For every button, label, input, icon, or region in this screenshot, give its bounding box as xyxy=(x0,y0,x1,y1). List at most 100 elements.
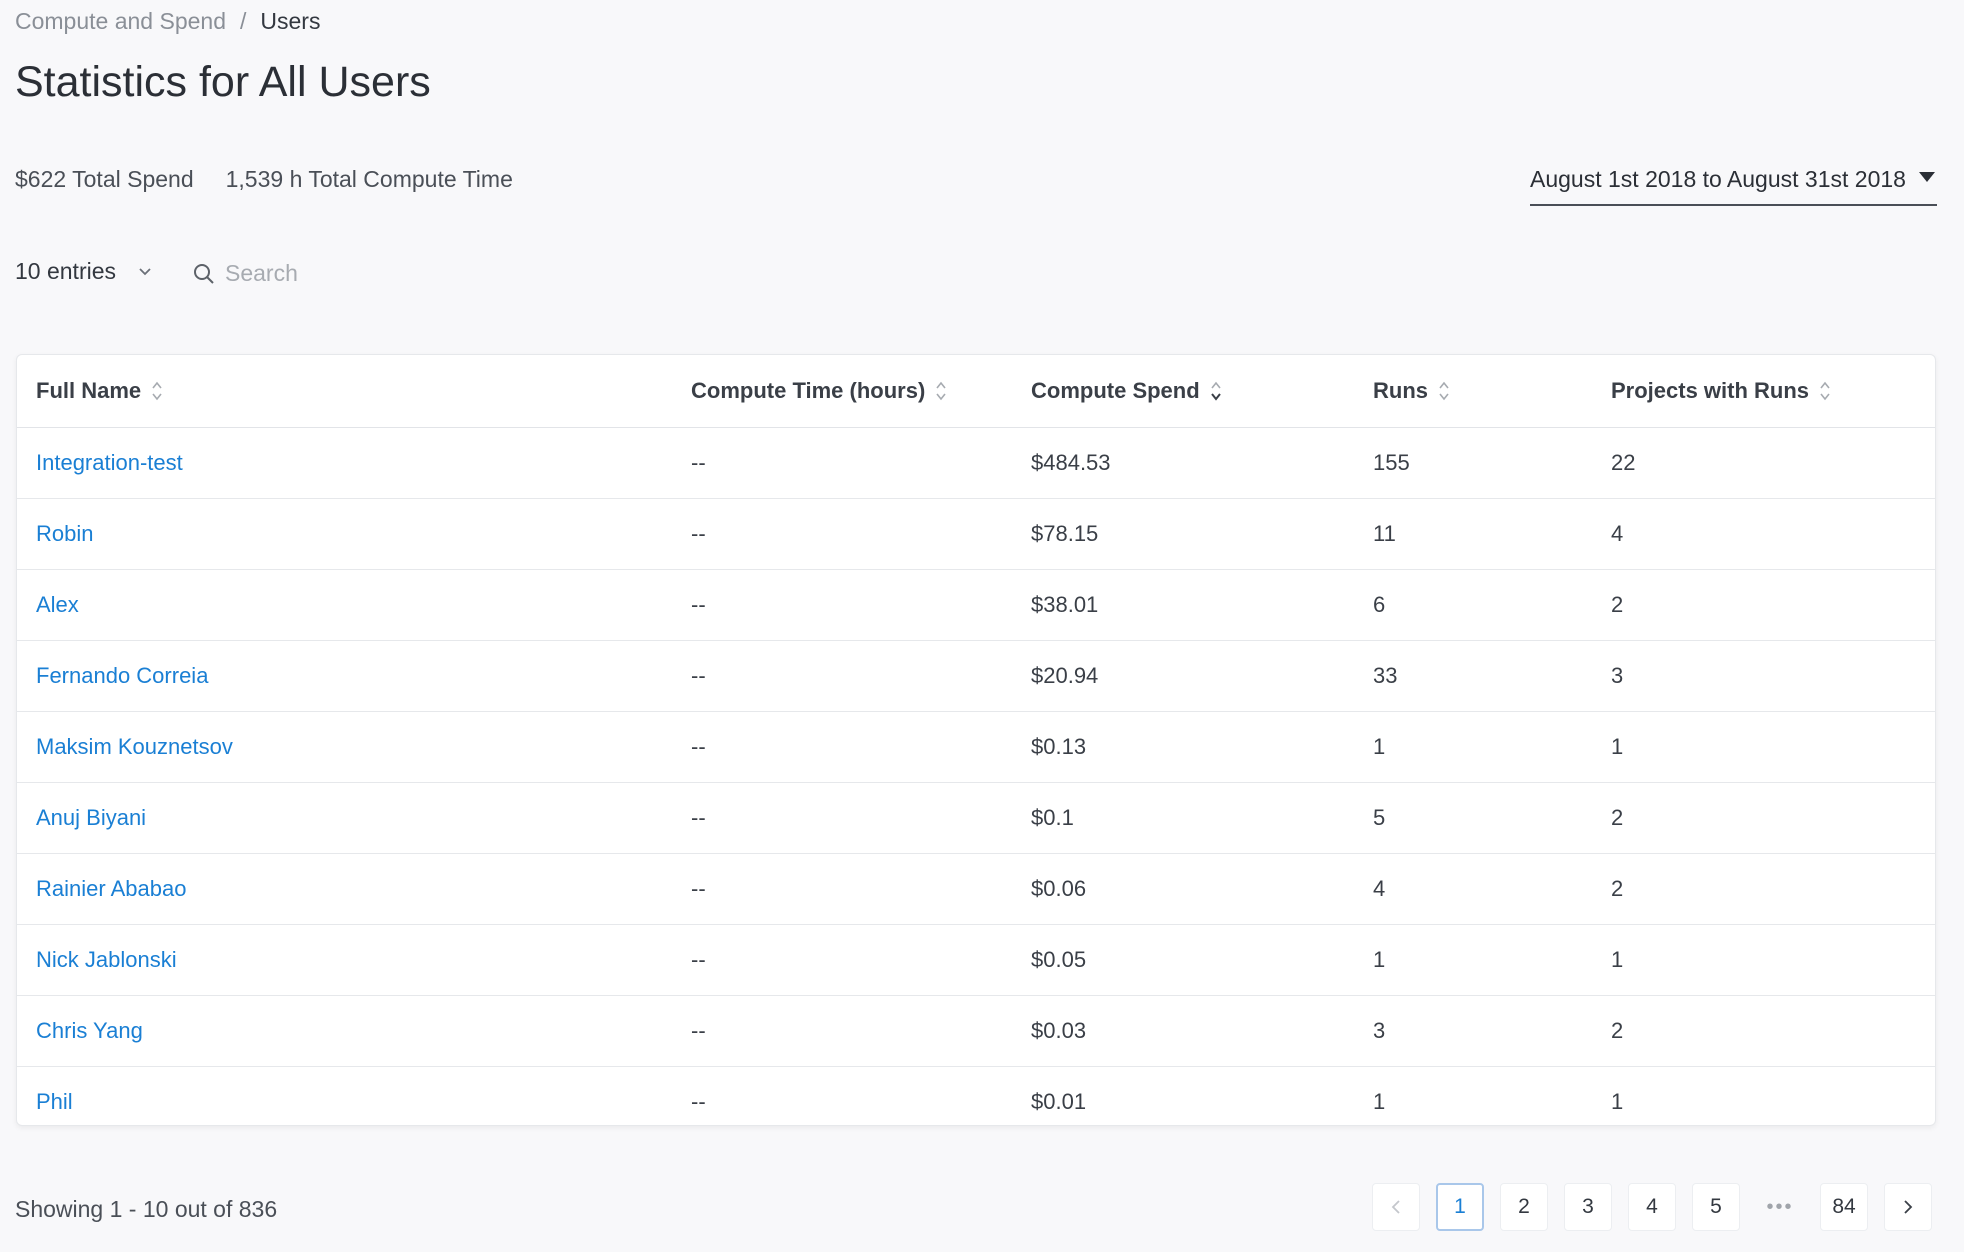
projects-cell: 22 xyxy=(1611,450,1636,475)
projects-cell: 2 xyxy=(1611,592,1624,617)
users-table: Full Name Compute Time (hours) Compute S… xyxy=(16,354,1936,1126)
compute-time-cell: -- xyxy=(691,592,706,617)
user-name-link[interactable]: Phil xyxy=(36,1067,73,1125)
compute-time-cell: -- xyxy=(691,450,706,475)
header-projects-with-runs[interactable]: Projects with Runs xyxy=(1611,355,1831,427)
compute-spend-cell: $0.1 xyxy=(1031,805,1074,830)
runs-cell: 4 xyxy=(1373,876,1386,901)
prev-page-button[interactable] xyxy=(1372,1183,1420,1231)
page-button-last[interactable]: 84 xyxy=(1820,1183,1868,1231)
compute-spend-cell: $0.05 xyxy=(1031,947,1087,972)
compute-spend-cell: $20.94 xyxy=(1031,663,1099,688)
breadcrumb-separator: / xyxy=(240,8,247,34)
table-row: Maksim Kouznetsov -- $0.13 1 1 xyxy=(17,712,1935,783)
user-name-link[interactable]: Chris Yang xyxy=(36,996,143,1066)
projects-cell: 3 xyxy=(1611,663,1624,688)
sort-descending-icon xyxy=(1210,381,1221,401)
chevron-down-icon xyxy=(139,267,151,275)
projects-cell: 1 xyxy=(1611,947,1624,972)
user-name-link[interactable]: Anuj Biyani xyxy=(36,783,146,853)
runs-cell: 1 xyxy=(1373,947,1386,972)
summary-stats: $622 Total Spend 1,539 h Total Compute T… xyxy=(15,166,513,193)
user-name-link[interactable]: Nick Jablonski xyxy=(36,925,177,995)
user-name-link[interactable]: Rainier Ababao xyxy=(36,854,186,924)
table-row: Integration-test -- $484.53 155 22 xyxy=(17,428,1935,499)
caret-down-icon xyxy=(1919,172,1935,182)
projects-cell: 1 xyxy=(1611,1089,1624,1114)
compute-spend-cell: $484.53 xyxy=(1031,450,1111,475)
date-range-dropdown[interactable]: August 1st 2018 to August 31st 2018 xyxy=(1530,164,1937,206)
table-row: Alex -- $38.01 6 2 xyxy=(17,570,1935,641)
compute-time-cell: -- xyxy=(691,663,706,688)
search-input[interactable] xyxy=(223,259,427,288)
page-button-4[interactable]: 4 xyxy=(1628,1183,1676,1231)
table-row: Chris Yang -- $0.03 3 2 xyxy=(17,996,1935,1067)
table-row: Fernando Correia -- $20.94 33 3 xyxy=(17,641,1935,712)
page-button-5[interactable]: 5 xyxy=(1692,1183,1740,1231)
total-spend: $622 Total Spend xyxy=(15,166,194,192)
breadcrumb-current: Users xyxy=(260,8,321,34)
header-compute-spend[interactable]: Compute Spend xyxy=(1031,355,1222,427)
runs-cell: 1 xyxy=(1373,734,1386,759)
runs-cell: 5 xyxy=(1373,805,1386,830)
header-runs[interactable]: Runs xyxy=(1373,355,1450,427)
user-name-link[interactable]: Alex xyxy=(36,570,79,640)
search-icon xyxy=(194,263,214,284)
entries-select-value: 10 entries xyxy=(15,258,117,284)
page-button-3[interactable]: 3 xyxy=(1564,1183,1612,1231)
compute-spend-cell: $0.01 xyxy=(1031,1089,1087,1114)
runs-cell: 6 xyxy=(1373,592,1386,617)
runs-cell: 11 xyxy=(1373,521,1396,546)
pagination-ellipsis: ••• xyxy=(1766,1195,1794,1218)
header-full-name[interactable]: Full Name xyxy=(36,355,163,427)
compute-time-cell: -- xyxy=(691,521,706,546)
runs-cell: 33 xyxy=(1373,663,1398,688)
compute-time-cell: -- xyxy=(691,734,706,759)
chevron-left-icon xyxy=(1391,1200,1400,1214)
projects-cell: 2 xyxy=(1611,876,1624,901)
sort-icon xyxy=(936,381,946,401)
compute-spend-cell: $38.01 xyxy=(1031,592,1099,617)
sort-icon xyxy=(1439,381,1449,401)
compute-time-cell: -- xyxy=(691,805,706,830)
header-compute-time[interactable]: Compute Time (hours) xyxy=(691,355,947,427)
page-title: Statistics for All Users xyxy=(15,58,431,106)
entries-select[interactable]: 10 entries xyxy=(15,258,152,285)
chevron-right-icon xyxy=(1904,1200,1913,1214)
compute-spend-cell: $0.03 xyxy=(1031,1018,1087,1043)
sort-icon xyxy=(1820,381,1830,401)
page-button-1[interactable]: 1 xyxy=(1436,1183,1484,1231)
projects-cell: 1 xyxy=(1611,734,1624,759)
user-name-link[interactable]: Integration-test xyxy=(36,428,183,498)
compute-spend-cell: $0.06 xyxy=(1031,876,1087,901)
table-row: Anuj Biyani -- $0.1 5 2 xyxy=(17,783,1935,854)
total-compute-time: 1,539 h Total Compute Time xyxy=(225,166,513,192)
projects-cell: 2 xyxy=(1611,1018,1624,1043)
next-page-button[interactable] xyxy=(1884,1183,1932,1231)
compute-time-cell: -- xyxy=(691,1089,706,1114)
projects-cell: 2 xyxy=(1611,805,1624,830)
table-header: Full Name Compute Time (hours) Compute S… xyxy=(17,355,1935,428)
user-name-link[interactable]: Maksim Kouznetsov xyxy=(36,712,233,782)
showing-count: Showing 1 - 10 out of 836 xyxy=(15,1196,278,1222)
table-row: Phil -- $0.01 1 1 xyxy=(17,1067,1935,1125)
table-row: Rainier Ababao -- $0.06 4 2 xyxy=(17,854,1935,925)
user-name-link[interactable]: Robin xyxy=(36,499,93,569)
runs-cell: 3 xyxy=(1373,1018,1386,1043)
table-row: Robin -- $78.15 11 4 xyxy=(17,499,1935,570)
breadcrumb: Compute and Spend / Users xyxy=(15,8,320,35)
compute-spend-cell: $78.15 xyxy=(1031,521,1099,546)
page-button-2[interactable]: 2 xyxy=(1500,1183,1548,1231)
breadcrumb-link-compute-and-spend[interactable]: Compute and Spend xyxy=(15,8,226,35)
compute-time-cell: -- xyxy=(691,876,706,901)
runs-cell: 155 xyxy=(1373,450,1410,475)
projects-cell: 4 xyxy=(1611,521,1624,546)
search-box xyxy=(193,259,427,288)
pagination: 1 2 3 4 5 ••• 84 xyxy=(1372,1183,1932,1231)
user-name-link[interactable]: Fernando Correia xyxy=(36,641,208,711)
compute-spend-cell: $0.13 xyxy=(1031,734,1087,759)
table-row: Nick Jablonski -- $0.05 1 1 xyxy=(17,925,1935,996)
compute-time-cell: -- xyxy=(691,947,706,972)
runs-cell: 1 xyxy=(1373,1089,1386,1114)
compute-time-cell: -- xyxy=(691,1018,706,1043)
